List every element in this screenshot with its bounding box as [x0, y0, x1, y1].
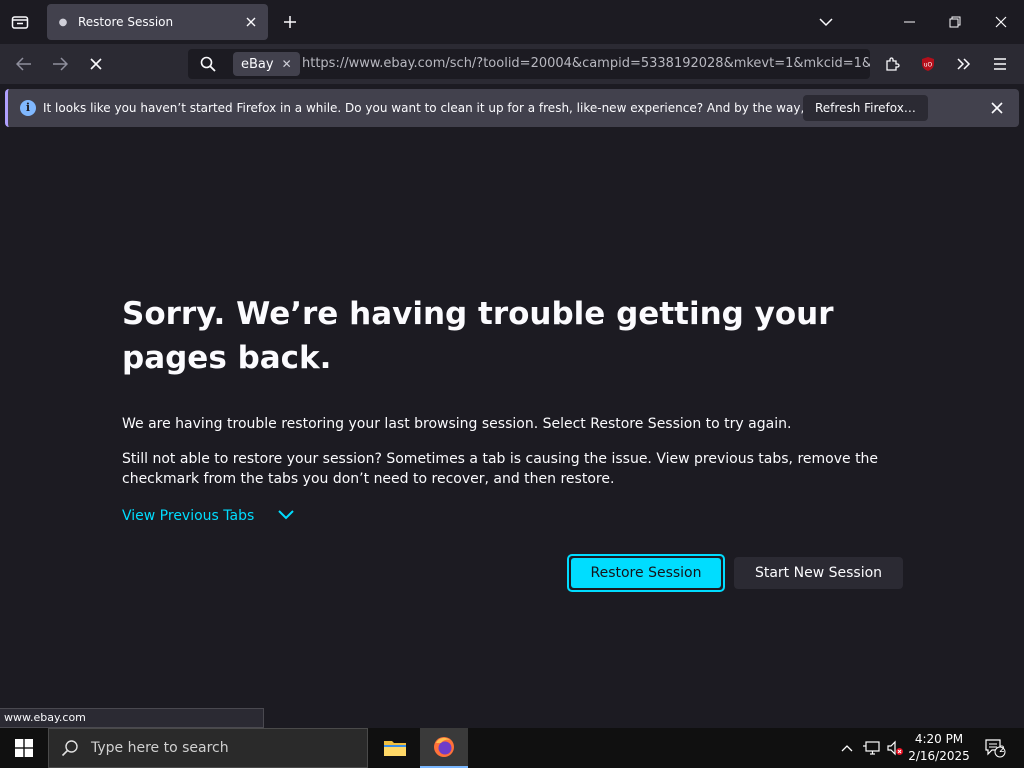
clock-date: 2/16/2025 [908, 749, 970, 763]
info-icon: i [20, 100, 36, 116]
restore-help-text: Still not able to restore your session? … [122, 451, 879, 487]
search-icon [61, 739, 79, 757]
back-arrow-icon[interactable] [12, 52, 36, 76]
show-hidden-icons-chevron-up-icon[interactable] [836, 728, 858, 768]
view-previous-tabs-label: View Previous Tabs [122, 508, 255, 524]
url-text[interactable]: https://www.ebay.com/sch/?toolid=20004&c… [302, 49, 870, 79]
close-icon[interactable] [988, 10, 1014, 34]
firefox-view-icon[interactable] [8, 10, 32, 34]
search-placeholder: Type here to search [91, 740, 229, 756]
restore-session-page: Sorry. We’re having trouble getting your… [0, 132, 1024, 728]
overflow-chevrons-icon[interactable] [952, 52, 976, 76]
navigation-toolbar: eBay ✕ https://www.ebay.com/sch/?toolid=… [0, 44, 1024, 84]
tab-bar: ● Restore Session [0, 0, 1024, 44]
taskbar-search-box[interactable]: Type here to search [48, 728, 368, 768]
file-explorer-icon[interactable] [371, 728, 419, 768]
restore-description: We are having trouble restoring your las… [122, 416, 792, 432]
chevron-down-icon [278, 508, 295, 524]
stop-loading-icon[interactable] [84, 52, 108, 76]
hamburger-menu-icon[interactable] [988, 52, 1012, 76]
tab-close-icon[interactable] [239, 10, 263, 34]
tab-title: Restore Session [78, 15, 174, 29]
volume-muted-icon[interactable] [884, 728, 906, 768]
system-clock[interactable]: 4:20 PM 2/16/2025 [906, 731, 972, 765]
minimize-icon[interactable] [896, 10, 922, 34]
search-engine-chip[interactable]: eBay ✕ [233, 52, 300, 76]
refresh-notification-bar: i It looks like you haven’t started Fire… [5, 89, 1019, 127]
status-link-preview: www.ebay.com [0, 708, 264, 728]
windows-start-icon[interactable] [0, 728, 48, 768]
clock-time: 4:20 PM [914, 732, 964, 746]
forward-arrow-icon[interactable] [48, 52, 72, 76]
search-engine-label: eBay [241, 56, 274, 72]
restore-session-label: Restore Session [571, 558, 721, 588]
start-new-session-button[interactable]: Start New Session [734, 557, 903, 589]
notification-message: It looks like you haven’t started Firefo… [43, 101, 899, 115]
notification-close-icon[interactable] [985, 96, 1009, 120]
dot-icon: ● [58, 16, 68, 28]
tab-restore-session[interactable]: ● Restore Session [47, 4, 268, 40]
network-icon[interactable] [860, 728, 882, 768]
refresh-firefox-button[interactable]: Refresh Firefox… [803, 95, 928, 121]
action-center-icon[interactable]: 2 [980, 728, 1010, 768]
restore-icon[interactable] [942, 10, 968, 34]
windows-taskbar: Type here to search 4:20 PM 2/16/2025 2 [0, 728, 1024, 768]
restore-session-button[interactable]: Restore Session [567, 554, 725, 592]
list-all-tabs-chevron-down-icon[interactable] [814, 10, 838, 34]
firefox-taskbar-icon[interactable] [420, 728, 468, 768]
ublock-origin-icon[interactable]: uO [916, 52, 940, 76]
chip-close-icon[interactable]: ✕ [282, 57, 292, 71]
notification-count-badge: 2 [999, 745, 1005, 755]
page-title: Sorry. We’re having trouble getting your… [122, 296, 834, 376]
new-tab-button[interactable] [278, 10, 302, 34]
extensions-puzzle-icon[interactable] [880, 52, 904, 76]
svg-text:uO: uO [924, 62, 933, 69]
url-bar[interactable]: eBay ✕ https://www.ebay.com/sch/?toolid=… [188, 49, 870, 79]
search-icon[interactable] [196, 52, 220, 76]
view-previous-tabs-toggle[interactable]: View Previous Tabs [122, 508, 295, 524]
